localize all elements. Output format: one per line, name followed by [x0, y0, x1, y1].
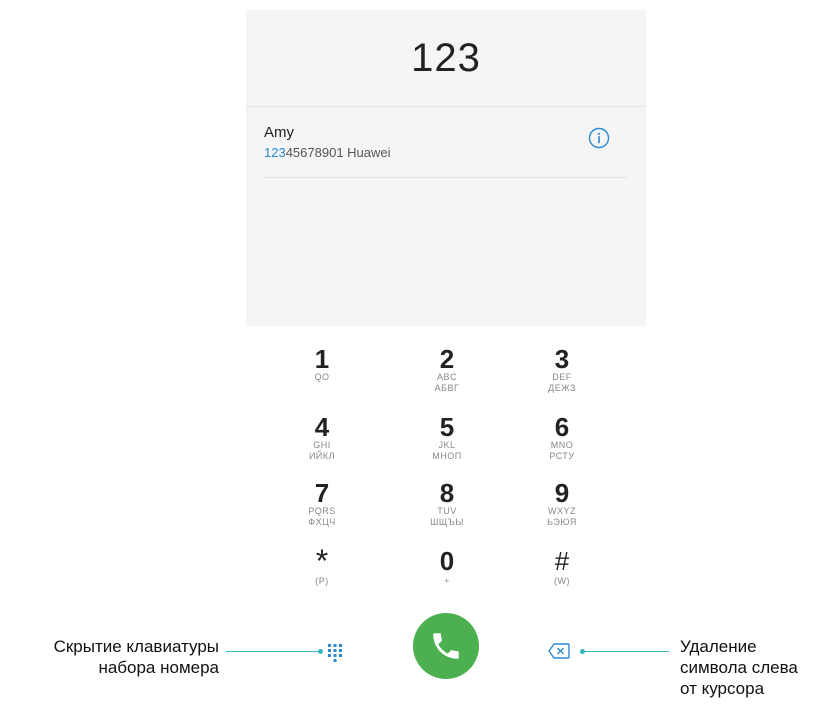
contact-number-rest: 45678901	[285, 145, 344, 160]
callout-hide-dialpad: Скрытие клавиатуры набора номера	[0, 636, 219, 678]
key-letters-cyrillic: ШЩЪЫ	[430, 517, 464, 527]
contact-suggestion[interactable]: Amy 12345678901 Huawei	[264, 120, 628, 178]
key-5[interactable]: 5 JKL МНОП	[407, 414, 487, 462]
key-letters: PQRS	[308, 506, 336, 516]
key-digit: 1	[314, 344, 330, 374]
callout-delete-char-line3: от курсора	[680, 679, 765, 698]
key-letters: TUV	[437, 506, 457, 516]
phone-icon	[433, 633, 459, 659]
key-digit: *	[315, 543, 329, 579]
contact-number-match: 123	[264, 145, 286, 160]
key-0[interactable]: 0 +	[407, 548, 487, 587]
key-letters: JKL	[438, 440, 456, 450]
key-letters: ABC	[436, 372, 457, 382]
key-letters: (P)	[315, 576, 329, 586]
key-4[interactable]: 4 GHI ИЙКЛ	[282, 414, 362, 462]
key-letters: DEF	[552, 372, 572, 382]
key-digit: 2	[439, 344, 455, 374]
key-digit: 3	[554, 344, 570, 374]
key-6[interactable]: 6 MNO РСТУ	[522, 414, 602, 462]
contact-carrier: Huawei	[343, 145, 391, 160]
contact-name: Amy	[264, 124, 294, 141]
key-letters-cyrillic: ФХЦЧ	[308, 517, 336, 527]
callout-line-left	[226, 651, 321, 652]
key-digit: 7	[314, 478, 330, 508]
key-digit: #	[554, 546, 570, 576]
key-letters-cyrillic: ДЕЖЗ	[548, 383, 576, 393]
key-digit: 5	[439, 412, 455, 442]
dialed-number-display[interactable]: 123	[246, 10, 646, 107]
contact-detail: 12345678901 Huawei	[264, 145, 391, 160]
callout-hide-dialpad-line1: Скрытие клавиатуры	[53, 637, 219, 656]
key-1[interactable]: 1 QO	[282, 346, 362, 383]
call-button[interactable]	[413, 613, 479, 679]
callout-delete-char-line2: символа слева	[680, 658, 798, 677]
key-hash[interactable]: # (W)	[522, 548, 602, 587]
callout-line-right	[583, 651, 669, 652]
callout-dot-left	[318, 649, 323, 654]
key-letters: MNO	[550, 440, 574, 450]
key-letters: (W)	[554, 576, 570, 586]
backspace-icon[interactable]	[548, 643, 570, 659]
key-letters: WXYZ	[548, 506, 576, 516]
key-letters: GHI	[313, 440, 331, 450]
key-letters-cyrillic: МНОП	[432, 451, 462, 461]
dialpad-grid-icon[interactable]	[328, 644, 342, 662]
key-letters-cyrillic: ЬЭЮЯ	[547, 517, 577, 527]
key-digit: 4	[314, 412, 330, 442]
key-star[interactable]: * (P)	[282, 543, 362, 587]
callout-hide-dialpad-line2: набора номера	[98, 658, 219, 677]
key-8[interactable]: 8 TUV ШЩЪЫ	[407, 480, 487, 528]
info-icon[interactable]	[588, 127, 610, 149]
key-digit: 9	[554, 478, 570, 508]
key-digit: 6	[554, 412, 570, 442]
callout-delete-char: Удаление символа слева от курсора	[680, 636, 830, 699]
key-letters-cyrillic: ИЙКЛ	[308, 451, 336, 461]
key-2[interactable]: 2 ABC АБВГ	[407, 346, 487, 394]
key-digit: 0	[439, 546, 455, 576]
dialer-screen: 123 Amy 12345678901 Huawei	[246, 10, 646, 326]
key-letters: +	[444, 576, 450, 586]
key-9[interactable]: 9 WXYZ ЬЭЮЯ	[522, 480, 602, 528]
callout-delete-char-line1: Удаление	[680, 637, 757, 656]
voicemail-icon: QO	[314, 372, 330, 382]
key-3[interactable]: 3 DEF ДЕЖЗ	[522, 346, 602, 394]
key-letters-cyrillic: РСТУ	[549, 451, 575, 461]
key-letters-cyrillic: АБВГ	[434, 383, 460, 393]
key-7[interactable]: 7 PQRS ФХЦЧ	[282, 480, 362, 528]
key-digit: 8	[439, 478, 455, 508]
